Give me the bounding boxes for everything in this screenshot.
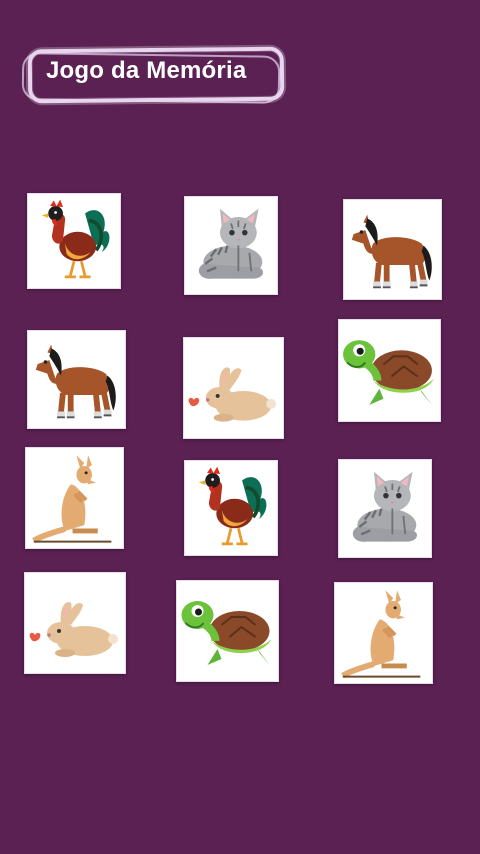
memory-card[interactable] xyxy=(25,447,124,549)
rabbit-icon xyxy=(184,338,283,438)
memory-card[interactable] xyxy=(338,319,441,422)
memory-card[interactable] xyxy=(184,196,278,295)
memory-card[interactable] xyxy=(183,337,284,439)
page-title: Jogo da Memória xyxy=(46,57,247,84)
memory-card[interactable] xyxy=(27,193,121,289)
memory-card[interactable] xyxy=(343,199,442,300)
memory-card[interactable] xyxy=(27,330,126,429)
kangaroo-icon xyxy=(26,448,123,548)
memory-card[interactable] xyxy=(184,460,278,556)
rooster-icon xyxy=(28,194,120,288)
memory-card[interactable] xyxy=(24,572,126,674)
kangaroo-icon xyxy=(335,583,432,683)
turtle-icon xyxy=(177,581,278,681)
cat-icon xyxy=(185,197,277,294)
cat-icon xyxy=(339,460,431,557)
rooster-icon xyxy=(185,461,277,555)
horse-icon xyxy=(28,331,125,428)
memory-card[interactable] xyxy=(176,580,279,682)
memory-card[interactable] xyxy=(334,582,433,684)
memory-card[interactable] xyxy=(338,459,432,558)
turtle-icon xyxy=(339,320,440,421)
title-banner: Jogo da Memória xyxy=(18,44,285,104)
rabbit-icon xyxy=(25,573,125,673)
horse-icon xyxy=(344,200,441,299)
